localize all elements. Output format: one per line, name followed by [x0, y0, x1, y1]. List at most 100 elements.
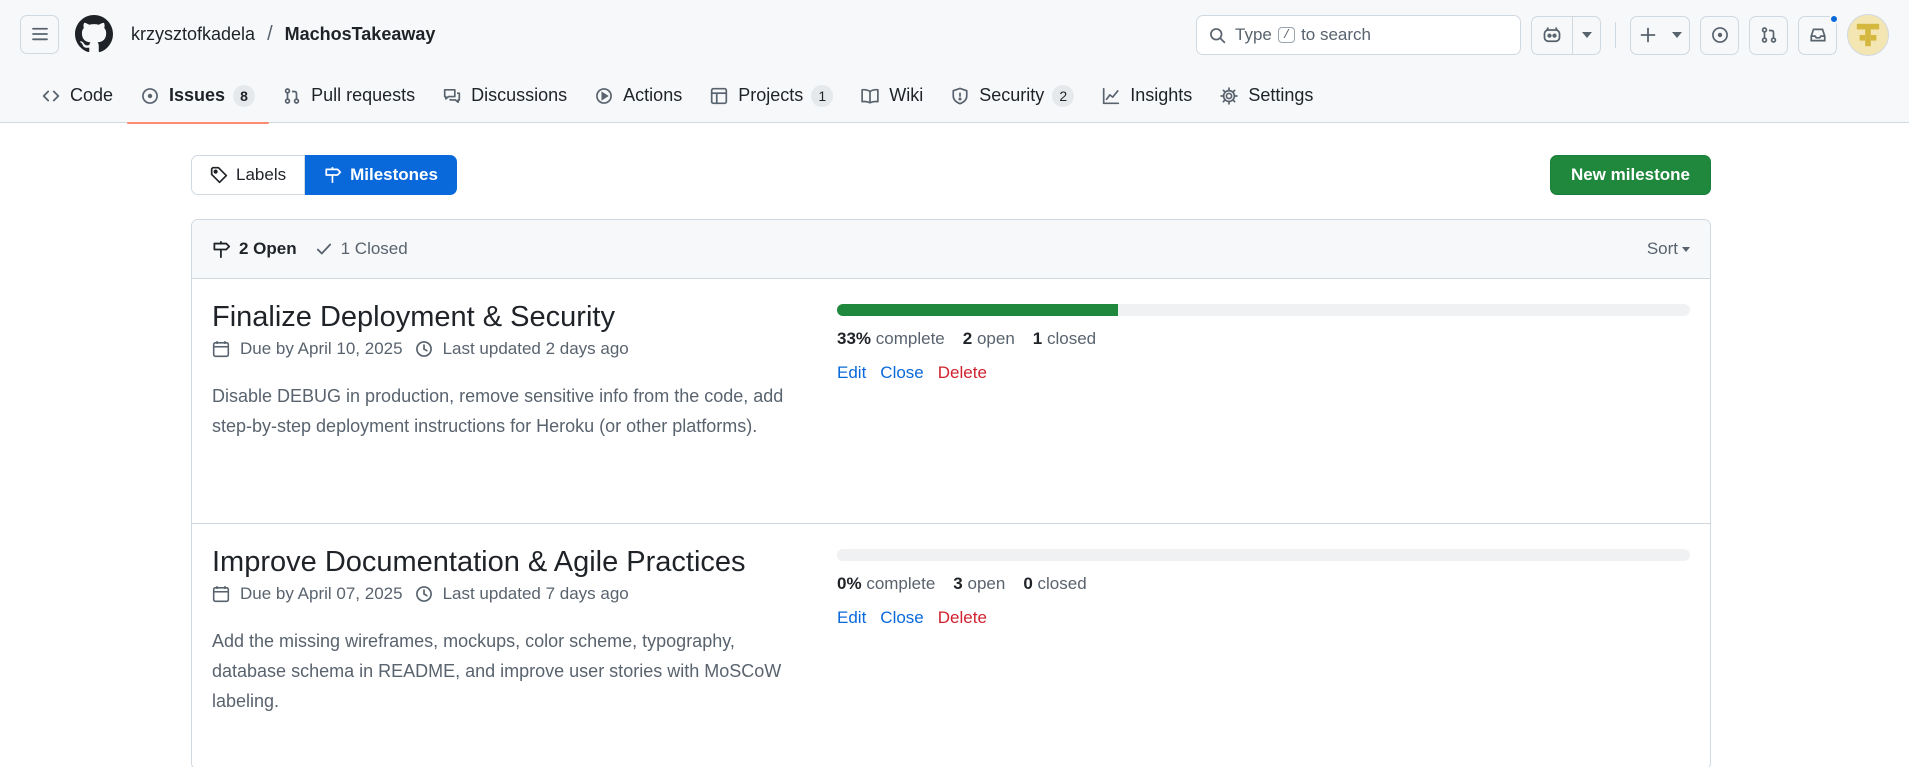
- tab-code[interactable]: Code: [28, 68, 127, 123]
- open-count-value: 3: [953, 574, 963, 593]
- tab-discussions[interactable]: Discussions: [429, 68, 581, 123]
- progress-bar: [837, 304, 1690, 316]
- tab-projects[interactable]: Projects 1: [696, 68, 847, 123]
- due-date-text: Due by April 07, 2025: [240, 584, 403, 603]
- avatar[interactable]: [1847, 14, 1889, 56]
- tab-settings[interactable]: Settings: [1206, 68, 1327, 123]
- percent-value: 0%: [837, 574, 862, 593]
- header-tools: Type / to search: [1196, 13, 1889, 56]
- open-word: open: [976, 329, 1015, 348]
- discussions-icon: [443, 88, 461, 103]
- sort-dropdown[interactable]: Sort: [1647, 239, 1690, 259]
- copilot-icon: [1543, 27, 1561, 43]
- create-dropdown[interactable]: [1665, 17, 1689, 54]
- open-count-value: 2: [962, 329, 973, 348]
- open-filter[interactable]: 2 Open: [212, 239, 297, 259]
- top-bar: krzysztofkadela / MachosTakeaway Type / …: [0, 0, 1909, 68]
- complete-word: complete: [866, 574, 936, 593]
- milestone-stats: 0% complete 3 open 0 closed: [837, 574, 1690, 594]
- last-updated-text: Last updated 2 days ago: [442, 339, 629, 358]
- open-filter-label: 2 Open: [239, 239, 297, 258]
- search-icon: [1210, 27, 1226, 43]
- gear-icon: [1220, 86, 1239, 105]
- tab-count-badge: 2: [1052, 84, 1075, 107]
- copilot-part[interactable]: [1532, 17, 1572, 54]
- copilot-button[interactable]: [1531, 15, 1601, 55]
- tab-label: Insights: [1130, 85, 1193, 105]
- milestone-stats: 33% complete 2 open 1 closed: [837, 329, 1690, 349]
- notification-dot: [1829, 13, 1839, 24]
- percent-complete: 0% complete: [837, 574, 935, 594]
- tab-insights[interactable]: Insights: [1088, 68, 1206, 123]
- last-updated-text: Last updated 7 days ago: [442, 584, 629, 603]
- close-link[interactable]: Close: [880, 363, 923, 383]
- last-updated: Last updated 7 days ago: [415, 584, 629, 604]
- inbox-icon: [1809, 28, 1826, 42]
- milestones-list-header: 2 Open 1 Closed Sort: [192, 220, 1710, 279]
- milestones-page: Labels Milestones New milestone 2 Open 1…: [191, 154, 1711, 767]
- milestone-meta: Due by April 10, 2025 Last updated 2 day…: [212, 339, 817, 359]
- caret-down-icon: [1682, 246, 1690, 252]
- open-count: 3 open: [953, 574, 1005, 594]
- milestone-meta: Due by April 07, 2025 Last updated 7 day…: [212, 584, 817, 604]
- avatar-identicon-icon: [1856, 23, 1880, 47]
- delete-link[interactable]: Delete: [938, 608, 987, 628]
- search-prefix: Type: [1235, 25, 1272, 44]
- search-input[interactable]: Type / to search: [1196, 15, 1521, 55]
- breadcrumb-owner[interactable]: krzysztofkadela: [131, 24, 255, 45]
- close-link[interactable]: Close: [880, 608, 923, 628]
- tab-security[interactable]: Security 2: [937, 68, 1088, 123]
- chevron-down-icon: [1581, 32, 1592, 38]
- tab-issues[interactable]: Issues 8: [127, 68, 270, 124]
- closed-count-value: 1: [1032, 329, 1043, 348]
- labels-button[interactable]: Labels: [191, 155, 306, 195]
- complete-word: complete: [875, 329, 945, 348]
- tab-label: Issues: [169, 85, 226, 105]
- edit-link[interactable]: Edit: [837, 608, 866, 628]
- tab-count-badge: 8: [233, 84, 256, 107]
- milestone-description: Disable DEBUG in production, remove sens…: [212, 386, 784, 436]
- inbox-button[interactable]: [1798, 13, 1839, 55]
- delete-link[interactable]: Delete: [938, 363, 987, 383]
- pull-requests-shortcut-button[interactable]: [1749, 15, 1788, 55]
- clock-icon: [415, 586, 432, 602]
- tab-actions[interactable]: Actions: [581, 68, 696, 123]
- github-logo-icon[interactable]: [75, 15, 113, 53]
- progress-bar: [837, 549, 1690, 561]
- milestone-title[interactable]: Improve Documentation & Agile Practices: [212, 546, 746, 578]
- edit-link[interactable]: Edit: [837, 363, 866, 383]
- milestone-title[interactable]: Finalize Deployment & Security: [212, 301, 615, 333]
- tab-pull-requests[interactable]: Pull requests: [269, 68, 429, 123]
- breadcrumb-repo[interactable]: MachosTakeaway: [285, 24, 436, 45]
- milestone-actions: Edit Close Delete: [837, 363, 1690, 383]
- milestone-description: Add the missing wireframes, mockups, col…: [212, 631, 782, 711]
- wiki-icon: [861, 88, 879, 104]
- milestone-item: Finalize Deployment & Security Due by Ap…: [192, 279, 1710, 524]
- issues-shortcut-button[interactable]: [1700, 15, 1739, 55]
- tab-wiki[interactable]: Wiki: [847, 68, 937, 123]
- chevron-down-icon: [1672, 32, 1682, 38]
- create-new-part[interactable]: [1631, 17, 1665, 54]
- create-new-button[interactable]: [1630, 15, 1690, 55]
- due-date: Due by April 10, 2025: [212, 339, 403, 359]
- milestone-info: Finalize Deployment & Security Due by Ap…: [212, 299, 817, 523]
- menu-button[interactable]: [20, 14, 59, 54]
- new-milestone-button[interactable]: New milestone: [1549, 155, 1711, 195]
- projects-icon: [711, 87, 728, 104]
- closed-filter[interactable]: 1 Closed: [315, 239, 408, 259]
- milestone-icon: [213, 240, 231, 258]
- check-icon: [316, 243, 331, 255]
- milestones-button[interactable]: Milestones: [305, 155, 457, 195]
- milestones-button-label: Milestones: [350, 165, 438, 184]
- tab-label: Security: [979, 85, 1045, 105]
- milestone-info: Improve Documentation & Agile Practices …: [212, 544, 817, 767]
- sort-label: Sort: [1646, 239, 1678, 258]
- labels-button-label: Labels: [236, 165, 287, 184]
- tab-label: Actions: [623, 85, 683, 105]
- percent-complete: 33% complete: [837, 329, 945, 349]
- pull-request-icon: [1761, 27, 1776, 43]
- tab-label: Projects: [738, 85, 804, 105]
- graph-icon: [1103, 87, 1120, 104]
- copilot-dropdown[interactable]: [1573, 17, 1600, 54]
- closed-count: 1 closed: [1033, 329, 1096, 349]
